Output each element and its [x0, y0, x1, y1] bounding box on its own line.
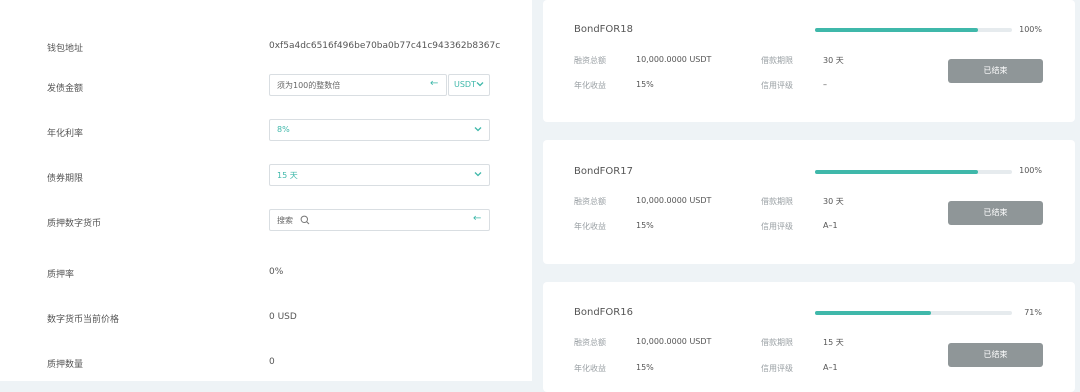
yield-value: 15%: [636, 80, 654, 89]
term-label: 借款期限: [761, 56, 793, 65]
collateral-search-input[interactable]: 搜索 ←: [269, 209, 490, 231]
progress-bar: [815, 311, 1012, 315]
chevron-down-icon: [474, 127, 482, 132]
rate-select[interactable]: 8%: [269, 119, 490, 141]
total-label: 融资总额: [574, 56, 606, 65]
issue-amount-label: 发债金额: [47, 84, 84, 94]
wallet-address: 0xf5a4dc6516f496be70ba0b77c41c943362b836…: [269, 41, 501, 51]
rate-value: 8%: [277, 125, 290, 134]
progress-fill: [815, 311, 931, 315]
progress-percent: 100%: [1019, 166, 1042, 175]
bond-issue-form: 钱包地址 0xf5a4dc6516f496be70ba0b77c41c94336…: [0, 0, 532, 381]
issue-amount-row: 发债金额 须为100的整数倍 ← USDT: [0, 74, 532, 119]
arrow-left-icon[interactable]: ←: [473, 213, 481, 224]
rate-label: 年化利率: [47, 129, 84, 139]
progress-bar: [815, 170, 1012, 174]
pledge-qty-label: 质押数量: [47, 360, 84, 370]
term-select[interactable]: 15 天: [269, 164, 490, 186]
term-value: 15 天: [277, 171, 298, 180]
progress-bar: [815, 28, 1012, 32]
progress-percent: 100%: [1019, 25, 1042, 34]
rating-label: 信用评级: [761, 222, 793, 231]
total-value: 10,000.0000 USDT: [636, 55, 712, 64]
term-label: 借款期限: [761, 197, 793, 206]
rating-value: A–1: [823, 363, 838, 372]
wallet-row: 钱包地址 0xf5a4dc6516f496be70ba0b77c41c94336…: [0, 28, 532, 73]
unit-select[interactable]: USDT: [448, 74, 490, 96]
bond-card[interactable]: BondFOR18 100% 融资总额 10,000.0000 USDT 借款期…: [543, 0, 1075, 122]
chevron-down-icon: [476, 82, 484, 87]
unit-value: USDT: [454, 80, 476, 89]
issue-amount-placeholder: 须为100的整数倍: [277, 81, 341, 90]
term-label: 借款期限: [761, 338, 793, 347]
collateral-search-placeholder: 搜索: [277, 216, 293, 225]
chevron-down-icon: [474, 172, 482, 177]
rating-value: A–1: [823, 221, 838, 230]
wallet-label: 钱包地址: [47, 44, 84, 54]
issue-amount-input[interactable]: 须为100的整数倍 ←: [269, 74, 447, 96]
price-label: 数字货币当前价格: [47, 315, 120, 325]
term-value: 15 天: [823, 338, 844, 347]
yield-value: 15%: [636, 363, 654, 372]
total-label: 融资总额: [574, 338, 606, 347]
pledge-qty-value: 0: [269, 357, 275, 367]
bond-name: BondFOR17: [574, 166, 633, 177]
status-button[interactable]: 已结束: [948, 201, 1043, 225]
term-value: 30 天: [823, 197, 844, 206]
collateral-row: 质押数字货币 搜索 ←: [0, 209, 532, 254]
pledge-rate-value: 0%: [269, 267, 284, 277]
rating-label: 信用评级: [761, 364, 793, 373]
term-row: 债券期限 15 天: [0, 164, 532, 209]
yield-label: 年化收益: [574, 81, 606, 90]
total-value: 10,000.0000 USDT: [636, 196, 712, 205]
progress-fill: [815, 28, 978, 32]
term-label: 债券期限: [47, 174, 84, 184]
collateral-label: 质押数字货币: [47, 219, 102, 229]
total-value: 10,000.0000 USDT: [636, 337, 712, 346]
price-row: 数字货币当前价格 0 USD: [0, 299, 532, 344]
arrow-left-icon[interactable]: ←: [430, 78, 438, 89]
status-button[interactable]: 已结束: [948, 59, 1043, 83]
rating-label: 信用评级: [761, 81, 793, 90]
total-label: 融资总额: [574, 197, 606, 206]
bond-card[interactable]: BondFOR17 100% 融资总额 10,000.0000 USDT 借款期…: [543, 140, 1075, 264]
rate-row: 年化利率 8%: [0, 119, 532, 164]
bond-card[interactable]: BondFOR16 71% 融资总额 10,000.0000 USDT 借款期限…: [543, 282, 1075, 392]
price-value: 0 USD: [269, 312, 297, 322]
yield-value: 15%: [636, 221, 654, 230]
search-icon: [300, 215, 310, 225]
progress-fill: [815, 170, 978, 174]
progress-percent: 71%: [1024, 308, 1042, 317]
term-value: 30 天: [823, 56, 844, 65]
yield-label: 年化收益: [574, 364, 606, 373]
pledge-qty-row: 质押数量 0: [0, 344, 532, 389]
pledge-rate-row: 质押率 0%: [0, 254, 532, 299]
rating-value: –: [823, 80, 827, 89]
status-button[interactable]: 已结束: [948, 343, 1043, 367]
bond-name: BondFOR16: [574, 307, 633, 318]
pledge-rate-label: 质押率: [47, 270, 75, 280]
bond-name: BondFOR18: [574, 24, 633, 35]
yield-label: 年化收益: [574, 222, 606, 231]
